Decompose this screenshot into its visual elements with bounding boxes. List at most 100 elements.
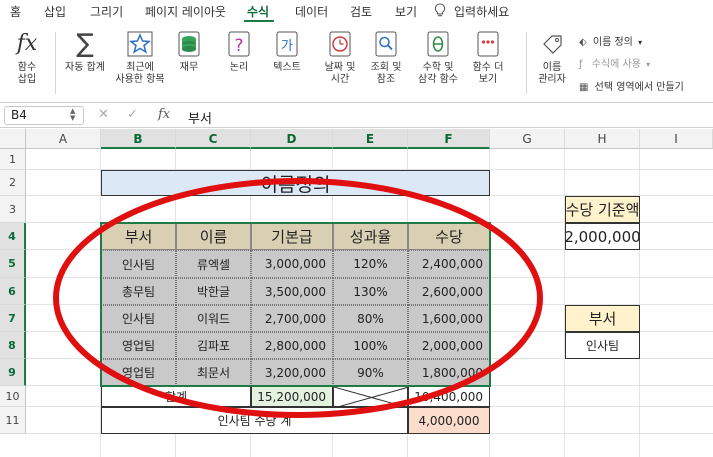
lookup-button[interactable]: 조회 및 참조: [366, 30, 406, 86]
threshold-value-cell: 2,000,000: [565, 223, 640, 250]
row-header[interactable]: 8: [0, 332, 26, 359]
formula-bar: B4 ▲ ▼ ✕ ✓ fx 부서: [0, 102, 713, 128]
total-label-cell: 합계: [101, 386, 251, 407]
table-data-cell: 영업팀: [101, 359, 176, 386]
column-header[interactable]: H: [565, 129, 640, 149]
logical-button[interactable]: ? 논리: [220, 30, 258, 74]
coins-icon: [175, 30, 203, 58]
menu-review[interactable]: 검토: [350, 3, 372, 20]
row-header[interactable]: 11: [0, 407, 26, 434]
menu-view[interactable]: 보기: [395, 3, 417, 20]
row-header[interactable]: 9: [0, 359, 26, 386]
column-header[interactable]: F: [408, 129, 490, 149]
dept-total-label-cell: 인사팀 수당 계: [101, 407, 408, 434]
table-data-cell: 120%: [333, 250, 408, 278]
lookup-label: 조회 및 참조: [370, 62, 402, 85]
tag-small-icon: ⬖: [579, 37, 587, 48]
math-label: 수학 및 삼각 함수: [418, 62, 458, 85]
column-header[interactable]: C: [176, 129, 251, 149]
row-header[interactable]: 2: [0, 170, 26, 196]
dept-criteria-label-cell: 부서: [565, 305, 640, 332]
insert-function-fx-icon[interactable]: fx: [158, 107, 170, 122]
table-data-cell: 이워드: [176, 305, 251, 332]
use-in-formula-button[interactable]: ƒ 수식에 사용 ▾: [579, 55, 650, 70]
menu-home[interactable]: 홈: [10, 3, 21, 20]
table-data-cell: 김파포: [176, 332, 251, 359]
row-header[interactable]: 5: [0, 250, 26, 278]
magnifier-icon: [372, 30, 400, 58]
dept-criteria-value-cell: 인사팀: [565, 332, 640, 359]
table-data-cell: 80%: [333, 305, 408, 332]
ribbon: fx 함수 삽입 ∑ 자동 합계 최근에 사용한 항목 재무 ? 논리 가 텍스…: [0, 22, 713, 102]
fx-icon: fx: [16, 31, 38, 56]
insert-function-button[interactable]: fx 함수 삽입: [8, 30, 46, 86]
row-header[interactable]: 4: [0, 223, 26, 250]
menu-draw[interactable]: 그리기: [90, 3, 123, 20]
table-data-cell: 90%: [333, 359, 408, 386]
crossed-empty-cell: [333, 386, 408, 407]
name-manager-label: 이름 관리자: [538, 62, 566, 85]
financial-label: 재무: [179, 62, 199, 73]
table-data-cell: 3,500,000: [251, 278, 333, 305]
math-button[interactable]: 수학 및 삼각 함수: [414, 30, 462, 86]
name-manager-button[interactable]: 이름 관리자: [532, 30, 572, 86]
column-header[interactable]: E: [333, 129, 408, 149]
column-header[interactable]: B: [101, 129, 176, 149]
menu-insert[interactable]: 삽입: [44, 3, 66, 20]
chevron-down-icon: ▾: [646, 60, 651, 69]
use-in-formula-label: 수식에 사용: [591, 59, 641, 70]
table-data-cell: 2,600,000: [408, 278, 490, 305]
table-data-cell: 130%: [333, 278, 408, 305]
worksheet-grid[interactable]: ABCDEFGHI 1 2 3 4 5 6 7 8 9 10 11 이름정의 부서 이름 기본급 성과율 수당…: [0, 129, 713, 457]
tell-me-box[interactable]: 입력하세요: [454, 3, 509, 20]
row-header[interactable]: 3: [0, 196, 26, 223]
svg-text:가: 가: [281, 39, 293, 54]
create-from-selection-button[interactable]: ▦ 선택 영역에서 만들기: [579, 78, 684, 93]
menu-formulas[interactable]: 수식: [247, 3, 269, 20]
row-header[interactable]: 10: [0, 386, 26, 407]
insert-function-label: 함수 삽입: [17, 62, 37, 85]
star-icon: [126, 30, 154, 58]
column-header[interactable]: G: [490, 129, 565, 149]
datetime-button[interactable]: 날짜 및 시간: [318, 30, 362, 86]
table-data-cell: 1,800,000: [408, 359, 490, 386]
more-functions-label: 함수 더 보기: [472, 62, 504, 85]
row-header[interactable]: 7: [0, 305, 26, 332]
logical-label: 논리: [229, 62, 249, 73]
lightbulb-icon: [434, 3, 446, 20]
menu-page-layout[interactable]: 페이지 레이아웃: [145, 3, 226, 20]
table-data-cell: 인사팀: [101, 250, 176, 278]
table-header-cell: 부서: [101, 223, 176, 250]
row-header[interactable]: 1: [0, 149, 26, 170]
clock-icon: [326, 30, 354, 58]
menu-data[interactable]: 데이터: [295, 3, 328, 20]
column-header[interactable]: A: [26, 129, 101, 149]
formula-input[interactable]: 부서: [188, 108, 212, 127]
text-ga-icon: 가: [273, 30, 301, 58]
table-data-cell: 2,400,000: [408, 250, 490, 278]
autosum-label: 자동 합계: [65, 62, 105, 73]
financial-button[interactable]: 재무: [172, 30, 206, 74]
table-data-cell: 총무팀: [101, 278, 176, 305]
table-header-cell: 성과율: [333, 223, 408, 250]
define-name-label: 이름 정의: [592, 37, 633, 48]
menu-bar: 홈 삽입 그리기 페이지 레이아웃 수식 데이터 검토 보기 입력하세요: [0, 0, 713, 22]
row-header[interactable]: 6: [0, 278, 26, 305]
define-name-button[interactable]: ⬖ 이름 정의 ▾: [579, 33, 642, 48]
text-button[interactable]: 가 텍스트: [268, 30, 306, 74]
theta-icon: [424, 30, 452, 58]
dept-total-value-cell: 4,000,000: [408, 407, 490, 434]
cancel-icon[interactable]: ✕: [98, 107, 109, 122]
confirm-icon[interactable]: ✓: [127, 107, 138, 122]
table-data-cell: 인사팀: [101, 305, 176, 332]
sigma-icon: ∑: [76, 29, 94, 59]
more-functions-button[interactable]: 함수 더 보기: [468, 30, 508, 86]
recent-used-button[interactable]: 최근에 사용한 항목: [108, 30, 172, 86]
grid-small-icon: ▦: [579, 82, 589, 93]
column-header[interactable]: D: [251, 129, 333, 149]
select-all-corner[interactable]: [0, 129, 26, 149]
autosum-button[interactable]: ∑ 자동 합계: [62, 30, 108, 74]
name-box-stepper-icon[interactable]: ▲ ▼: [70, 108, 75, 122]
column-header[interactable]: I: [640, 129, 713, 149]
table-data-cell: 박한글: [176, 278, 251, 305]
